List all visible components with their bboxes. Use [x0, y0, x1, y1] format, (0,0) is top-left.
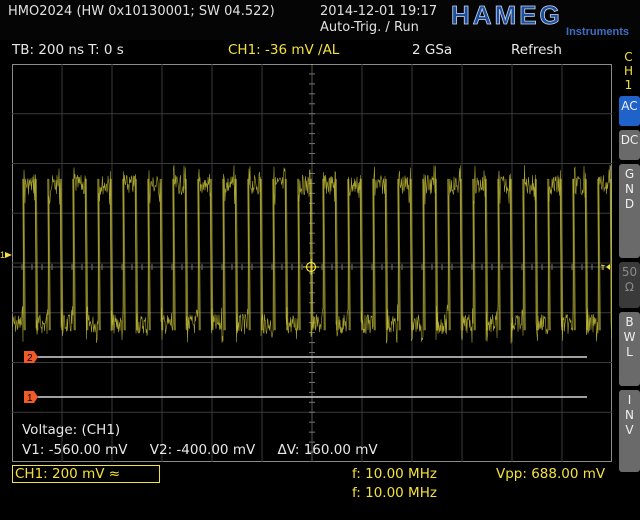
bandwidth-limit-button[interactable]: B W L: [619, 312, 640, 386]
logo-brand: HAMEG: [451, 2, 563, 30]
top-bar: HMO2024 (HW 0x10130001; SW 04.522) 2014-…: [0, 0, 640, 40]
ch1-edge: [497, 178, 501, 331]
ch1-edge: [609, 178, 612, 331]
ch1-edge: [197, 178, 201, 331]
svg-text:2: 2: [27, 353, 33, 364]
date-time: 2014-12-01 19:17: [320, 4, 438, 19]
coupling-dc-button[interactable]: DC: [619, 130, 640, 160]
ch1-edge: [347, 178, 351, 331]
ch1-scale-box[interactable]: CH1: 200 mV ≈: [12, 465, 160, 483]
ch1-edge: [234, 178, 239, 331]
waveform-display[interactable]: 2 1 T: [12, 64, 612, 462]
ch1-edge: [284, 178, 289, 331]
ch1-edge: [172, 178, 176, 331]
vpp-readout: Vpp: 688.00 mV: [496, 466, 606, 482]
ch1-trace: [12, 164, 612, 344]
ch1-edge: [272, 178, 276, 331]
ch1-edge: [159, 178, 164, 331]
svg-text:T: T: [601, 265, 606, 272]
ch1-edge: [372, 178, 376, 331]
ch1-edge: [297, 178, 301, 331]
ch1-edge: [397, 178, 401, 331]
timebase-readout[interactable]: TB: 200 ns T: 0 s: [12, 42, 124, 58]
ch1-edge: [322, 178, 326, 331]
ch1-edge: [247, 178, 251, 331]
ch1-edge: [509, 178, 514, 331]
ch1-edge: [572, 178, 576, 331]
ch1-edge: [309, 178, 314, 331]
cursor-1-marker[interactable]: 1: [24, 391, 38, 404]
acquisition-mode[interactable]: Refresh: [511, 42, 562, 58]
ch1-edge: [547, 178, 551, 331]
ch1-edge: [359, 178, 364, 331]
ch1-edge: [109, 178, 114, 331]
ch1-edge: [47, 178, 51, 331]
ch1-edge: [72, 178, 76, 331]
ch1-edge: [434, 178, 439, 331]
cursor-readout: Voltage: (CH1) V1: -560.00 mV V2: -400.0…: [22, 420, 396, 460]
ch1-edge: [447, 178, 451, 331]
readout-v2: V2: -400.00 mV: [149, 442, 256, 458]
side-channel-label: C H 1: [623, 50, 634, 92]
ch1-edge: [147, 178, 151, 331]
trigger-position-marker[interactable]: [306, 64, 318, 65]
readout-v1: V1: -560.00 mV: [22, 442, 128, 458]
ch1-edge: [559, 178, 564, 331]
bottom-bar: CH1: 200 mV ≈ f: 10.00 MHz f: 10.00 MHz …: [0, 462, 640, 520]
ch1-edge: [334, 178, 339, 331]
ch1-edge: [122, 178, 126, 331]
readout-dv: ΔV: 160.00 mV: [277, 442, 378, 458]
trigger-crosshair-icon: [303, 259, 319, 275]
frequency-readout-1: f: 10.00 MHz: [352, 466, 437, 482]
channel-side-menu: C H 1 AC DC G N D 50 Ω B W L I N V: [617, 44, 640, 474]
trigger-level-marker[interactable]: T: [601, 264, 610, 272]
svg-text:1: 1: [0, 250, 5, 260]
scope-overlay: 2 1 T: [12, 64, 612, 404]
ch1-edge: [34, 178, 39, 331]
trigger-status: Auto-Trig. / Run: [320, 20, 419, 35]
ch1-ground-marker[interactable]: 1: [0, 248, 14, 262]
ch1-edge: [59, 178, 64, 331]
ch1-edge: [184, 178, 189, 331]
ch1-edge: [597, 178, 601, 331]
ch1-edge: [484, 178, 489, 331]
model-info: HMO2024 (HW 0x10130001; SW 04.522): [8, 4, 275, 19]
cursor-2-marker[interactable]: 2: [24, 351, 38, 364]
ch1-edge: [134, 178, 139, 331]
frequency-readout-2: f: 10.00 MHz: [352, 485, 437, 501]
ch1-edge: [209, 178, 214, 331]
ch1-edge: [97, 178, 101, 331]
ch1-edge: [409, 178, 414, 331]
ch1-edge: [459, 178, 464, 331]
ch1-edge: [222, 178, 226, 331]
trigger-readout[interactable]: CH1: -36 mV ∕AL: [228, 42, 339, 58]
ch1-edge: [84, 178, 89, 331]
hameg-logo: HAMEG Instruments: [451, 2, 629, 38]
readout-title: Voltage: (CH1): [22, 422, 121, 438]
coupling-ac-button[interactable]: AC: [619, 96, 640, 126]
ch1-edge: [22, 178, 26, 331]
invert-button[interactable]: I N V: [619, 390, 640, 472]
impedance-50ohm-button[interactable]: 50 Ω: [619, 262, 640, 308]
datetime-block: 2014-12-01 19:17 Auto-Trig. / Run: [320, 4, 437, 36]
logo-sub: Instruments: [566, 26, 629, 38]
ch1-edge: [534, 178, 539, 331]
svg-text:1: 1: [27, 393, 33, 404]
ch1-edge: [584, 178, 589, 331]
coupling-gnd-button[interactable]: G N D: [619, 164, 640, 258]
ch1-edge: [384, 178, 389, 331]
ch1-edge: [522, 178, 526, 331]
sample-rate: 2 GSa: [412, 42, 453, 58]
ch1-edge: [259, 178, 264, 331]
ch1-edge: [472, 178, 476, 331]
ch1-edge: [422, 178, 426, 331]
status-bar: TB: 200 ns T: 0 s CH1: -36 mV ∕AL 2 GSa …: [0, 40, 612, 60]
